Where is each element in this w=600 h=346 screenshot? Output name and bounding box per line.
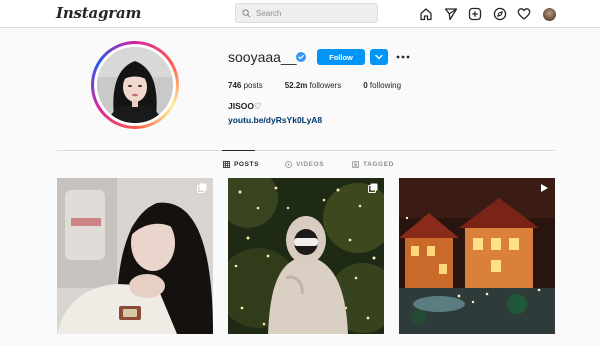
search-input[interactable]: Search (235, 3, 378, 23)
more-dots-icon (396, 55, 410, 59)
followers-stat[interactable]: 52.2m followers (285, 81, 342, 93)
follow-button[interactable]: Follow (317, 49, 365, 65)
profile-username: sooyaaa__ (228, 49, 297, 65)
video-play-icon (541, 184, 548, 192)
carousel-icon (197, 183, 207, 193)
profile-avatar[interactable] (542, 7, 556, 21)
post-image (228, 178, 384, 334)
posts-stat: 746 posts (228, 81, 263, 90)
top-navigation-bar: Instagram Search (0, 0, 600, 28)
activity-heart-icon[interactable] (517, 7, 531, 21)
grid-icon (223, 160, 230, 168)
nav-icons (419, 6, 556, 22)
tabs-divider (57, 150, 555, 151)
direct-message-icon[interactable] (444, 7, 458, 21)
post-image (399, 178, 555, 334)
active-tab-indicator (222, 150, 255, 151)
explore-icon[interactable] (493, 7, 507, 21)
more-options-button[interactable] (396, 50, 410, 64)
instagram-logo[interactable]: Instagram (56, 4, 141, 22)
following-stat[interactable]: 0 following (363, 81, 401, 93)
video-tab-icon (285, 160, 292, 168)
verified-badge-icon (296, 52, 306, 62)
post-thumbnail-2[interactable] (228, 178, 384, 334)
post-thumbnail-3[interactable] (399, 178, 555, 334)
profile-stats: 746 posts 52.2m followers 0 following (228, 81, 423, 93)
suggested-accounts-button[interactable] (370, 49, 388, 65)
profile-photo (97, 47, 173, 123)
post-image (57, 178, 213, 334)
search-placeholder: Search (256, 8, 282, 18)
profile-full-name: JISOO♡ (228, 101, 262, 111)
tab-tagged[interactable]: TAGGED (352, 159, 394, 169)
home-icon[interactable] (419, 7, 433, 21)
bio-link[interactable]: youtu.be/dyRsYk0LyA8 (228, 115, 322, 125)
tab-posts[interactable]: POSTS (223, 159, 259, 169)
tagged-icon (352, 160, 359, 168)
search-icon (242, 8, 251, 17)
profile-avatar-large[interactable] (91, 41, 179, 129)
new-post-icon[interactable] (468, 7, 482, 21)
post-thumbnail-1[interactable] (57, 178, 213, 334)
carousel-icon (368, 183, 378, 193)
chevron-down-icon (375, 54, 383, 60)
tab-videos[interactable]: VIDEOS (285, 159, 324, 169)
